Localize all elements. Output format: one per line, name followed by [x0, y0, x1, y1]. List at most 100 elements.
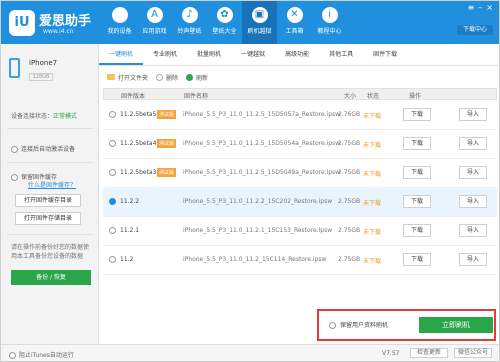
divider	[7, 234, 93, 235]
tab-firmware-download[interactable]: 固件下载	[363, 44, 407, 65]
divider	[7, 128, 93, 129]
download-button[interactable]: 下载	[403, 137, 431, 150]
download-status: 未下载	[363, 113, 382, 120]
table-row[interactable]: 11.2.5beta4 测试版 iPhone_5.5_P3_11.0_11.2.…	[103, 130, 497, 159]
tab-one-click-flash[interactable]: 一键刷机	[99, 44, 144, 65]
firmware-size: 2.75GB	[338, 256, 361, 263]
auto-activate-option[interactable]: 连接后自动激活设备	[11, 144, 75, 153]
firmware-size: 2.76GB	[338, 111, 361, 118]
nav-wallpapers[interactable]: ✿ 壁纸大全	[207, 1, 242, 44]
app-window: iU 爱思助手 www.i4.cn 我的设备 A 应用游戏 ♪ 铃声壁纸 ✿ 壁…	[0, 0, 500, 362]
nav-apps[interactable]: A 应用游戏	[137, 1, 172, 44]
wechat-account-button[interactable]: 微信公众号	[454, 348, 492, 358]
import-button[interactable]: 导入	[459, 137, 487, 150]
col-name: 固件名称	[184, 93, 209, 100]
import-button[interactable]: 导入	[459, 224, 487, 237]
table-row[interactable]: 11.2.5beta5 测试版 iPhone_5.5_P3_11.0_11.2.…	[103, 101, 497, 130]
import-button[interactable]: 导入	[459, 166, 487, 179]
firmware-version: 11.2.5beta4	[120, 140, 157, 147]
download-button[interactable]: 下载	[403, 195, 431, 208]
download-status: 未下载	[363, 258, 382, 265]
phone-icon	[9, 58, 20, 78]
auto-activate-label: 连接后自动激活设备	[21, 146, 76, 153]
device-name: iPhone7	[29, 59, 58, 67]
backup-restore-button[interactable]: 备份 / 恢复	[11, 270, 91, 285]
firmware-version: 11.2	[120, 256, 134, 263]
tab-advanced[interactable]: 高级功能	[275, 44, 319, 65]
firmware-table-header: 固件版本 固件名称 大小 状态 操作	[103, 88, 497, 100]
download-button[interactable]: 下载	[403, 224, 431, 237]
firmware-name: iPhone_5.5_P3_11.0_11.2_15C114_Restore.i…	[183, 256, 327, 263]
device-capacity: 128GB	[29, 73, 53, 81]
import-button[interactable]: 导入	[459, 253, 487, 266]
download-button[interactable]: 下载	[403, 253, 431, 266]
download-status: 未下载	[363, 229, 382, 236]
preserve-data-option[interactable]: 保留用户资料刷机	[329, 320, 388, 329]
download-button[interactable]: 下载	[403, 108, 431, 121]
firmware-size: 2.75GB	[338, 198, 361, 205]
import-button[interactable]: 导入	[459, 108, 487, 121]
radio-checked-icon[interactable]	[109, 198, 116, 205]
check-update-button[interactable]: 检查更新	[410, 348, 448, 358]
table-row[interactable]: 11.2.5beta3 测试版 iPhone_5.5_P3_11.0_11.2.…	[103, 159, 497, 188]
nav-toolbox[interactable]: ✕ 工具箱	[277, 1, 312, 44]
nav-label: 壁纸大全	[212, 28, 237, 35]
top-nav: 我的设备 A 应用游戏 ♪ 铃声壁纸 ✿ 壁纸大全 ▣ 刷机越狱 ✕ 工具箱 i…	[102, 1, 347, 44]
firmware-version: 11.2.1	[120, 227, 140, 234]
radio-icon[interactable]	[109, 111, 116, 118]
nav-my-device[interactable]: 我的设备	[102, 1, 137, 44]
download-status: 未下载	[363, 171, 382, 178]
radio-icon	[329, 322, 336, 329]
status-bar: 阻止iTunes自动运行 V7.57 检查更新 微信公众号	[1, 344, 499, 361]
stop-itunes-option[interactable]: 阻止iTunes自动运行	[9, 350, 74, 359]
brand-name: 爱思助手	[39, 14, 92, 29]
download-center-button[interactable]: 下载中心	[457, 25, 493, 35]
download-button[interactable]: 下载	[403, 166, 431, 179]
nav-flash-jailbreak[interactable]: ▣ 刷机越狱	[242, 1, 277, 44]
table-row[interactable]: 11.2.2 iPhone_5.5_P3_11.0_11.2.2_15C202_…	[103, 188, 497, 217]
tab-batch-flash[interactable]: 批量刷机	[187, 44, 231, 65]
tab-pro-flash[interactable]: 专业刷机	[143, 44, 187, 65]
download-status: 未下载	[363, 200, 382, 207]
radio-icon	[9, 352, 16, 359]
close-icon[interactable]: ×	[486, 3, 493, 12]
col-version: 固件版本	[121, 93, 146, 100]
nav-label: 刷机越狱	[247, 28, 272, 35]
connection-mode: 正常模式	[53, 113, 78, 120]
radio-icon[interactable]	[109, 140, 116, 147]
radio-icon[interactable]	[109, 169, 116, 176]
col-size: 大小	[344, 93, 357, 100]
import-button[interactable]: 导入	[459, 195, 487, 208]
nav-tutorials[interactable]: i 教程中心	[312, 1, 347, 44]
divider	[7, 162, 93, 163]
beta-badge: 测试版	[157, 168, 177, 177]
flash-now-button[interactable]: 立即刷机	[419, 317, 493, 333]
open-folder-label: 打开文件夹	[118, 74, 149, 82]
open-store-dir-button[interactable]: 打开固件存储目录	[15, 212, 81, 225]
beta-badge: 测试版	[157, 139, 177, 148]
delete-button[interactable]: 删除	[156, 72, 178, 82]
minimize-icon[interactable]: –	[478, 3, 482, 12]
radio-icon[interactable]	[109, 227, 116, 234]
nav-label: 铃声壁纸	[177, 28, 202, 35]
radio-icon[interactable]	[109, 256, 116, 263]
refresh-label: 刷新	[196, 74, 209, 82]
beta-badge: 测试版	[157, 110, 177, 119]
open-cache-dir-button[interactable]: 打开固件缓存目录	[15, 194, 81, 207]
info-icon: i	[321, 7, 338, 23]
menu-icon[interactable]: ≡	[468, 3, 475, 12]
preserve-data-label: 保留用户资料刷机	[340, 322, 389, 329]
delete-label: 删除	[166, 74, 179, 82]
open-folder-button[interactable]: 打开文件夹	[107, 72, 148, 82]
keep-firmware-help-link[interactable]: 什么是固件缓存？	[28, 180, 76, 189]
apple-icon	[111, 7, 128, 23]
device-card: iPhone7 128GB	[9, 58, 93, 88]
tab-jailbreak[interactable]: 一键越狱	[231, 44, 275, 65]
refresh-button[interactable]: 刷新	[186, 72, 208, 82]
tab-other-tools[interactable]: 其他工具	[319, 44, 363, 65]
firmware-name: iPhone_5.5_P3_11.0_11.2.2_15C202_Restore…	[183, 198, 333, 205]
table-row[interactable]: 11.2 iPhone_5.5_P3_11.0_11.2_15C114_Rest…	[103, 246, 497, 275]
table-row[interactable]: 11.2.1 iPhone_5.5_P3_11.0_11.2.1_15C153_…	[103, 217, 497, 246]
nav-ringtones[interactable]: ♪ 铃声壁纸	[172, 1, 207, 44]
delete-icon	[156, 73, 164, 81]
